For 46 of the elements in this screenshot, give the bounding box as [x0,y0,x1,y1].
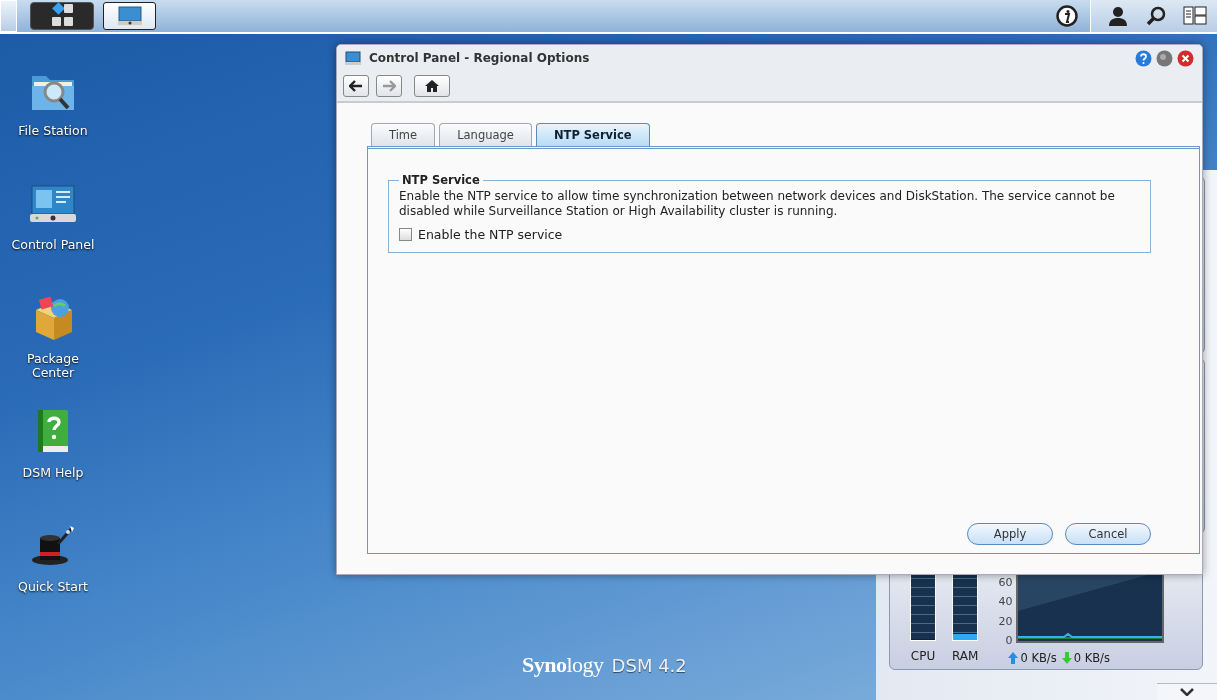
download-rate: 0 KB/s [1073,651,1110,665]
control-panel-icon [345,50,361,66]
forward-button[interactable] [376,75,402,97]
right-arrow-icon [382,80,396,92]
desktop-icon-label[interactable]: Control Panel [8,238,98,252]
home-icon [424,79,440,93]
product-version-text: DSM 4.2 [611,655,687,676]
desktop-icon-label[interactable]: Quick Start [8,580,98,594]
group-title: NTP Service [401,173,481,187]
home-button[interactable] [414,75,450,97]
axis-tick-label: 40 [998,596,1013,609]
main-menu-button[interactable] [30,2,94,30]
window-title: Control Panel - Regional Options [369,51,590,65]
minimize-icon[interactable] [1156,49,1173,67]
close-icon[interactable] [1177,49,1194,67]
upload-rate: 0 KB/s [1020,651,1057,665]
user-icon[interactable] [1107,5,1129,27]
back-button[interactable] [343,75,369,97]
upload-arrow-icon [1008,652,1019,664]
meter-label: CPU [910,649,936,663]
checkbox[interactable] [399,228,412,241]
control-panel-taskbar-button[interactable] [103,2,156,30]
desktop-icon-label[interactable]: DSM Help [8,466,98,480]
cancel-button[interactable]: Cancel [1065,523,1151,545]
description-text: Enable the NTP service to allow time synchronization between network devices and DiskStation. The service cannot be disabled while Surveillance Station or High Availability cluster is running. [399,189,1116,219]
meter-label: RAM [952,649,979,663]
apply-button[interactable]: Apply [967,523,1053,545]
axis-tick-label: 20 [998,615,1013,628]
axis-tick-label: 60 [998,577,1013,589]
help-icon[interactable] [1135,49,1152,67]
download-arrow-icon [1061,652,1072,664]
tab[interactable]: Time [371,123,436,146]
desktop-icon-label[interactable]: Package Center [8,352,98,380]
info-icon[interactable] [1056,5,1078,27]
widgets-icon[interactable] [1183,6,1207,26]
collapse-tab[interactable] [1157,683,1217,700]
chevron-down-icon [1180,688,1194,696]
desktop-icon-label[interactable]: File Station [8,124,98,138]
checkbox-label[interactable]: Enable the NTP service [418,227,563,242]
control-panel-icon [116,6,143,26]
brand-logo-text: Synology [522,652,604,678]
left-arrow-icon [349,80,363,92]
search-icon[interactable] [1145,5,1167,27]
axis-tick-label: 0 [1005,635,1013,647]
tab[interactable]: Language [439,123,532,146]
tab[interactable]: NTP Service [535,123,650,146]
